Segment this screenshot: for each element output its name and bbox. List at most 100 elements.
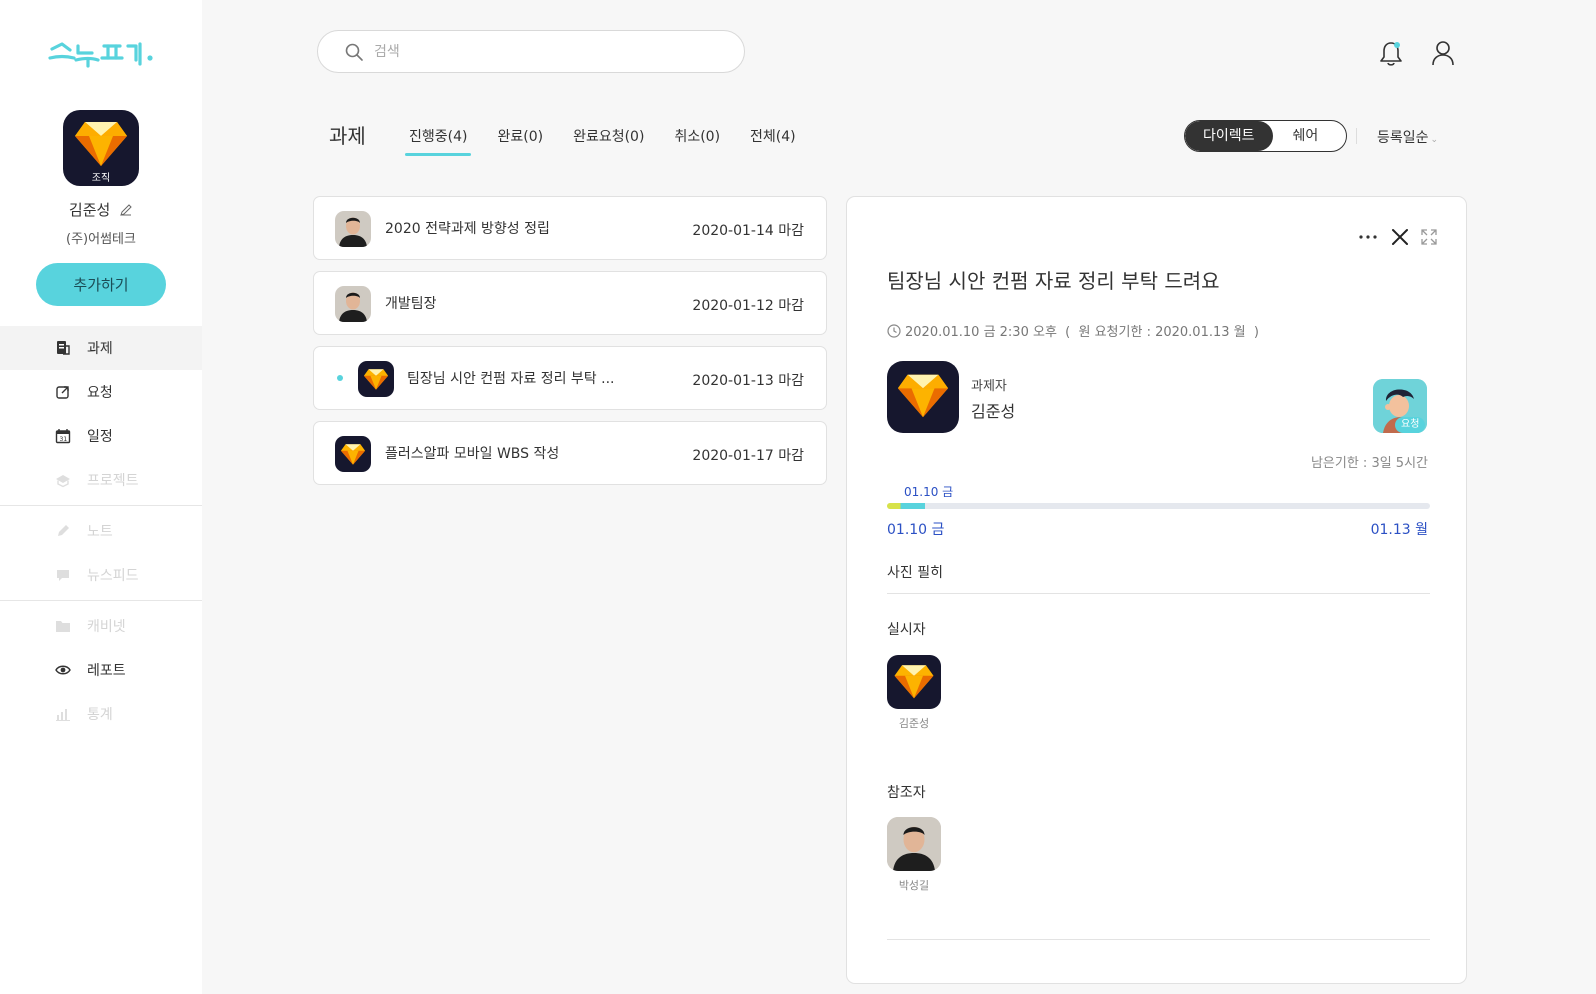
progress-start-date: 01.10 금 bbox=[887, 522, 945, 538]
tab-completion-requested[interactable]: 완료요청(0) bbox=[569, 126, 648, 156]
participant-label: 참조자 bbox=[887, 785, 926, 801]
task-item[interactable]: 개발팀장 2020-01-12 마감 bbox=[313, 271, 827, 335]
task-title: 팀장님 시안 컨펌 자료 정리 부탁 ... bbox=[407, 371, 615, 387]
sidebar-item-note[interactable]: 노트 bbox=[0, 509, 202, 553]
chat-icon bbox=[55, 567, 71, 583]
folder-icon bbox=[55, 618, 71, 634]
sidebar-item-newsfeed[interactable]: 뉴스피드 bbox=[0, 553, 202, 597]
search-input[interactable] bbox=[374, 43, 714, 60]
sidebar-item-label: 노트 bbox=[87, 524, 113, 540]
sidebar: 조직 김준성 (주)어썸테크 추가하기 과제 요청 31 일정 프로젝트 노트 … bbox=[0, 0, 202, 994]
executor[interactable]: 김준성 bbox=[887, 655, 941, 731]
view-toggle: 다이렉트 쉐어 bbox=[1184, 120, 1348, 152]
svg-text:31: 31 bbox=[60, 436, 68, 443]
task-detail-panel: 팀장님 시안 컨펌 자료 정리 부탁 드려요 2020.01.10 금 2:30… bbox=[846, 196, 1467, 984]
company-name: (주)어썸테크 bbox=[66, 232, 136, 247]
sidebar-item-report[interactable]: 레포트 bbox=[0, 648, 202, 692]
participant-avatar bbox=[887, 817, 941, 871]
task-title: 2020 전략과제 방향성 정립 bbox=[385, 221, 550, 237]
progress-fill bbox=[887, 503, 925, 509]
detail-meta: 2020.01.10 금 2:30 오후 ( 원 요청기한 : 2020.01.… bbox=[887, 321, 1259, 340]
org-app-icon[interactable]: 조직 bbox=[63, 110, 139, 186]
person-avatar bbox=[335, 211, 371, 247]
sidebar-item-label: 과제 bbox=[87, 341, 113, 357]
sidebar-item-label: 통계 bbox=[87, 707, 113, 723]
project-icon bbox=[55, 472, 71, 488]
detail-meta-text: 2020.01.10 금 2:30 오후 ( 원 요청기한 : 2020.01.… bbox=[905, 325, 1259, 340]
deadline-progress-bar bbox=[887, 503, 1430, 509]
task-body: 사진 필히 bbox=[887, 565, 943, 581]
tab-in-progress[interactable]: 진행중(4) bbox=[405, 126, 472, 156]
request-badge: 요청 bbox=[1395, 417, 1426, 433]
close-icon[interactable] bbox=[1390, 227, 1410, 247]
add-button[interactable]: 추가하기 bbox=[36, 263, 166, 306]
section-divider bbox=[887, 939, 1430, 940]
unread-dot bbox=[337, 375, 343, 381]
user-name: 김준성 bbox=[0, 199, 202, 220]
pen-icon bbox=[55, 523, 71, 539]
detail-title: 팀장님 시안 컨펌 자료 정리 부탁 드려요 bbox=[887, 269, 1220, 293]
diamond-icon bbox=[363, 369, 389, 390]
tab-cancelled[interactable]: 취소(0) bbox=[670, 126, 724, 156]
edit-icon[interactable] bbox=[119, 203, 133, 217]
sidebar-item-label: 뉴스피드 bbox=[87, 568, 139, 584]
app-logo[interactable] bbox=[48, 36, 158, 72]
toggle-share[interactable]: 쉐어 bbox=[1273, 121, 1347, 151]
status-tabs: 진행중(4) 완료(0) 완료요청(0) 취소(0) 전체(4) bbox=[405, 126, 822, 156]
task-due: 2020-01-17 마감 bbox=[692, 448, 804, 464]
task-title: 개발팀장 bbox=[385, 296, 437, 312]
task-due: 2020-01-14 마감 bbox=[692, 223, 804, 239]
person-avatar bbox=[335, 286, 371, 322]
sidebar-item-cabinet[interactable]: 캐비넷 bbox=[0, 604, 202, 648]
task-due: 2020-01-12 마감 bbox=[692, 298, 804, 314]
sidebar-item-label: 캐비넷 bbox=[87, 619, 126, 635]
assignee-name: 김준성 bbox=[971, 402, 1016, 421]
assignee-label: 과제자 bbox=[971, 379, 1007, 394]
nav-divider bbox=[0, 505, 202, 506]
sidebar-item-label: 프로젝트 bbox=[87, 473, 139, 489]
toggle-direct[interactable]: 다이렉트 bbox=[1185, 121, 1273, 151]
sort-label: 등록일순 bbox=[1377, 130, 1429, 146]
chevron-down-icon: ⌄ bbox=[1430, 135, 1439, 145]
diamond-icon bbox=[897, 374, 949, 418]
org-tag: 조직 bbox=[91, 173, 111, 184]
task-item[interactable]: 2020 전략과제 방향성 정립 2020-01-14 마감 bbox=[313, 196, 827, 260]
tab-completed[interactable]: 완료(0) bbox=[493, 126, 547, 156]
sidebar-item-calendar[interactable]: 31 일정 bbox=[0, 414, 202, 458]
sidebar-item-project[interactable]: 프로젝트 bbox=[0, 458, 202, 502]
sidebar-item-stats[interactable]: 통계 bbox=[0, 692, 202, 736]
notification-bell-icon[interactable] bbox=[1378, 40, 1404, 68]
tab-all[interactable]: 전체(4) bbox=[746, 126, 800, 156]
section-divider bbox=[887, 593, 1430, 594]
assignee-avatar[interactable] bbox=[887, 361, 959, 433]
task-due: 2020-01-13 마감 bbox=[692, 373, 804, 389]
executor-name: 김준성 bbox=[898, 717, 930, 730]
sidebar-item-task[interactable]: 과제 bbox=[0, 326, 202, 370]
task-item[interactable]: 플러스알파 모바일 WBS 작성 2020-01-17 마감 bbox=[313, 421, 827, 485]
sidebar-item-request[interactable]: 요청 bbox=[0, 370, 202, 414]
sidebar-nav: 과제 요청 31 일정 프로젝트 노트 뉴스피드 캐비넷 레포트 통계 bbox=[0, 326, 202, 736]
diamond-icon bbox=[75, 122, 127, 166]
sidebar-item-label: 레포트 bbox=[87, 663, 126, 679]
diamond-icon bbox=[894, 665, 934, 699]
sort-dropdown[interactable]: 등록일순 ⌄ bbox=[1377, 127, 1438, 147]
executor-label: 실시자 bbox=[887, 622, 926, 638]
expand-icon[interactable] bbox=[1420, 228, 1438, 246]
sidebar-item-label: 일정 bbox=[87, 429, 113, 445]
task-icon bbox=[55, 340, 71, 356]
nav-divider bbox=[0, 600, 202, 601]
remaining-time: 남은기한 : 3일 5시간 bbox=[1310, 456, 1428, 471]
participant[interactable]: 박성길 bbox=[887, 817, 941, 893]
progress-end-date: 01.13 월 bbox=[1370, 522, 1428, 538]
calendar-icon: 31 bbox=[55, 428, 71, 444]
user-profile-icon[interactable] bbox=[1431, 40, 1455, 66]
participant-name: 박성길 bbox=[898, 879, 930, 892]
diamond-avatar bbox=[358, 361, 394, 397]
search-bar[interactable] bbox=[317, 30, 745, 73]
diamond-avatar bbox=[335, 436, 371, 472]
chart-icon bbox=[55, 706, 71, 722]
task-item-selected[interactable]: 팀장님 시안 컨펌 자료 정리 부탁 ... 2020-01-13 마감 bbox=[313, 346, 827, 410]
more-options-icon[interactable] bbox=[1358, 227, 1378, 247]
task-title: 플러스알파 모바일 WBS 작성 bbox=[385, 446, 560, 462]
search-icon bbox=[345, 43, 363, 61]
